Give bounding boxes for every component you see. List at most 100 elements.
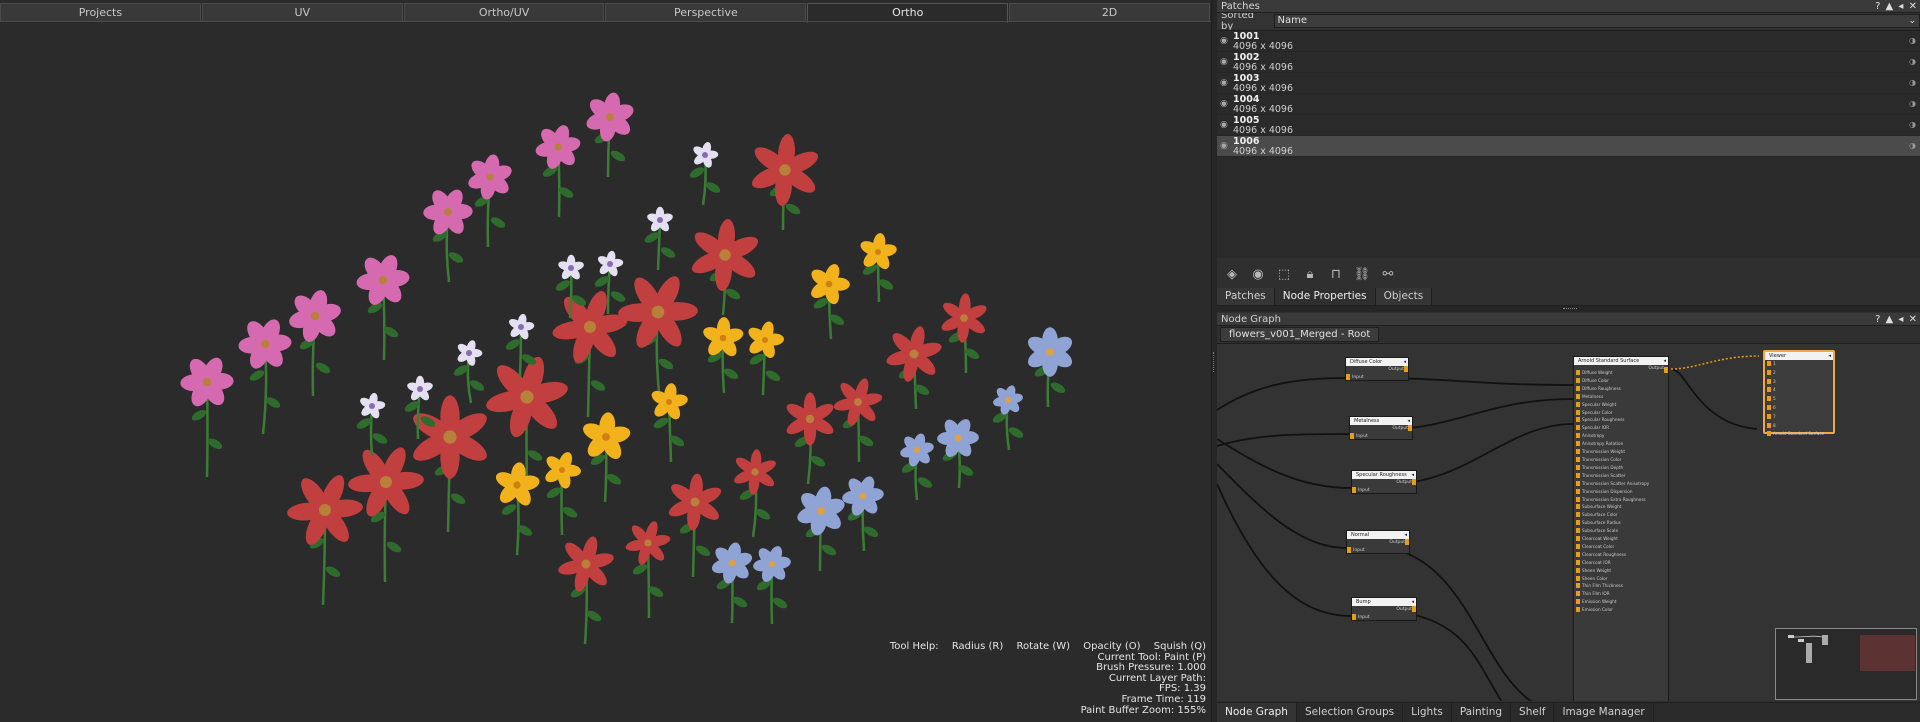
tab-projects[interactable]: Projects <box>0 3 201 21</box>
port-label[interactable]: Diffuse Roughness <box>1576 385 1649 393</box>
patches-window-controls[interactable]: ? ▲ ◂ ✕ <box>1875 0 1918 13</box>
visibility-icon[interactable]: ◉ <box>1248 266 1268 284</box>
output-port[interactable] <box>1404 366 1408 372</box>
port-label[interactable]: Diffuse Weight <box>1576 369 1649 377</box>
port-label[interactable]: Clearcoat Color <box>1576 543 1649 551</box>
eye-icon[interactable]: ◉ <box>1220 78 1228 88</box>
lock-toggle-icon[interactable]: ◑ <box>1909 78 1916 88</box>
tab-lights[interactable]: Lights <box>1403 703 1452 722</box>
port-label[interactable]: 8 <box>1767 422 1824 431</box>
viewer-input-ports[interactable]: 1 2 3 4 5 6 7 8 Arnold Standard Surface <box>1767 360 1824 439</box>
port-label[interactable]: Transmission Scatter Anisotropy <box>1576 480 1649 488</box>
port-label[interactable]: Anisotropy Rotation <box>1576 440 1649 448</box>
port-label[interactable]: Specular Color <box>1576 409 1649 417</box>
port-label[interactable]: 6 <box>1767 404 1824 413</box>
output-port[interactable] <box>1405 539 1409 545</box>
lock-icon[interactable]: 🔒︎ <box>1300 266 1320 284</box>
node-bump[interactable]: Bump ◂ Output Input <box>1351 597 1417 621</box>
port-label[interactable]: Emission Color <box>1576 606 1649 614</box>
input-port[interactable] <box>1346 374 1350 380</box>
port-label[interactable]: 3 <box>1767 378 1824 387</box>
eye-icon[interactable]: ◉ <box>1220 99 1228 109</box>
panel-hsplitter[interactable] <box>1217 306 1920 312</box>
node-metalness[interactable]: Metalness ◂ Output Input <box>1349 416 1413 440</box>
tab-perspective[interactable]: Perspective <box>605 3 807 21</box>
surface-input-ports[interactable]: Diffuse Weight Diffuse Color Diffuse Rou… <box>1576 369 1649 614</box>
viewport[interactable]: Projects UV Ortho/UV Perspective Ortho 2… <box>0 0 1211 722</box>
port-label[interactable]: Sheen Weight <box>1576 567 1649 575</box>
node-specular-roughness[interactable]: Specular Roughness ◂ Output Input <box>1351 470 1417 494</box>
patch-row[interactable]: ◉ 1005 4096 x 4096 ◑ <box>1217 115 1920 136</box>
node-menu-icon[interactable]: ◂ <box>1407 417 1410 425</box>
node-arnold-standard-surface[interactable]: Arnold Standard Surface ◂ Output Diffuse … <box>1573 356 1669 701</box>
node-graph-breadcrumb[interactable]: flowers_v001_Merged - Root <box>1220 327 1380 342</box>
port-label[interactable]: 1 <box>1767 360 1824 369</box>
node-graph-canvas[interactable]: Diffuse Color ◂ Output Input Metalness ◂ O… <box>1217 343 1920 701</box>
port-label[interactable]: Transmission Color <box>1576 456 1649 464</box>
output-port[interactable] <box>1408 425 1412 431</box>
port-label[interactable]: Specular IOR <box>1576 424 1649 432</box>
port-label[interactable]: Subsurface Color <box>1576 511 1649 519</box>
tab-2d[interactable]: 2D <box>1009 3 1210 21</box>
port-label[interactable]: Thin Film IOR <box>1576 590 1649 598</box>
port-label[interactable]: Emission Weight <box>1576 598 1649 606</box>
port-label[interactable]: 5 <box>1767 395 1824 404</box>
node-graph-window-controls[interactable]: ? ▲ ◂ ✕ <box>1875 313 1918 326</box>
tab-painting[interactable]: Painting <box>1452 703 1512 722</box>
output-port[interactable] <box>1664 367 1668 373</box>
port-label[interactable]: Transmission Dispersion <box>1576 488 1649 496</box>
tab-patches[interactable]: Patches <box>1217 288 1275 305</box>
node-menu-icon[interactable]: ◂ <box>1403 358 1406 366</box>
node-viewer[interactable]: Viewer ◂ 1 2 3 4 5 6 7 8 Arnold Standard … <box>1763 350 1835 436</box>
port-label[interactable]: Metalness <box>1576 393 1649 401</box>
lock-toggle-icon[interactable]: ◑ <box>1909 141 1916 151</box>
tab-uv[interactable]: UV <box>201 3 403 21</box>
node-menu-icon[interactable]: ◂ <box>1411 598 1414 606</box>
tab-objects[interactable]: Objects <box>1375 288 1433 305</box>
lock-toggle-icon[interactable]: ◑ <box>1909 99 1916 109</box>
tab-image-manager[interactable]: Image Manager <box>1554 703 1654 722</box>
tab-shelf[interactable]: Shelf <box>1511 703 1555 722</box>
eye-icon[interactable]: ◉ <box>1220 120 1228 130</box>
node-diffuse-color[interactable]: Diffuse Color ◂ Output Input <box>1345 357 1409 381</box>
output-port[interactable] <box>1412 606 1416 612</box>
port-label[interactable]: Transmission Weight <box>1576 448 1649 456</box>
link-icon[interactable]: ⛓︎ <box>1352 266 1372 284</box>
eye-icon[interactable]: ◉ <box>1220 57 1228 67</box>
patch-row[interactable]: ◉ 1003 4096 x 4096 ◑ <box>1217 73 1920 94</box>
lock-toggle-icon[interactable]: ◑ <box>1909 120 1916 130</box>
node-graph-minimap[interactable] <box>1775 628 1917 700</box>
patch-row-selected[interactable]: ◉ 1006 4096 x 4096 ◑ <box>1217 136 1920 157</box>
port-label[interactable]: Transmission Depth <box>1576 464 1649 472</box>
port-label[interactable]: Clearcoat Roughness <box>1576 551 1649 559</box>
port-label[interactable]: Sheen Color <box>1576 575 1649 583</box>
patch-row[interactable]: ◉ 1002 4096 x 4096 ◑ <box>1217 52 1920 73</box>
node-menu-icon[interactable]: ◂ <box>1411 471 1414 479</box>
hsplitter-handle[interactable] <box>1563 308 1577 309</box>
input-port[interactable] <box>1347 547 1351 553</box>
port-label[interactable]: Diffuse Color <box>1576 377 1649 385</box>
port-label[interactable]: 7 <box>1767 413 1824 422</box>
port-label[interactable]: Subsurface Radius <box>1576 519 1649 527</box>
splitter-handle[interactable] <box>1213 352 1215 372</box>
port-label[interactable]: Thin Film Thickness <box>1576 582 1649 590</box>
port-label[interactable]: Arnold Standard Surface <box>1767 430 1824 439</box>
output-port[interactable] <box>1412 479 1416 485</box>
port-label[interactable]: Subsurface Scale <box>1576 527 1649 535</box>
flower-scene[interactable] <box>0 22 1211 722</box>
port-label[interactable]: Clearcoat IOR <box>1576 559 1649 567</box>
tab-node-graph[interactable]: Node Graph <box>1217 703 1297 722</box>
node-menu-icon[interactable]: ◂ <box>1663 357 1666 365</box>
lock-toggle-icon[interactable]: ◑ <box>1909 57 1916 67</box>
node-menu-icon[interactable]: ◂ <box>1404 531 1407 539</box>
node-normal[interactable]: Normal ◂ Output Input <box>1346 530 1410 554</box>
port-label[interactable]: Clearcoat Weight <box>1576 535 1649 543</box>
port-label[interactable]: Transmission Scatter <box>1576 472 1649 480</box>
patch-row[interactable]: ◉ 1004 4096 x 4096 ◑ <box>1217 94 1920 115</box>
port-label[interactable]: Specular Weight <box>1576 401 1649 409</box>
port-label[interactable]: Anisotropy <box>1576 432 1649 440</box>
eye-icon[interactable]: ◉ <box>1220 141 1228 151</box>
input-port[interactable] <box>1352 614 1356 620</box>
eye-icon[interactable]: ◉ <box>1220 36 1228 46</box>
port-label[interactable]: Specular Roughness <box>1576 416 1649 424</box>
